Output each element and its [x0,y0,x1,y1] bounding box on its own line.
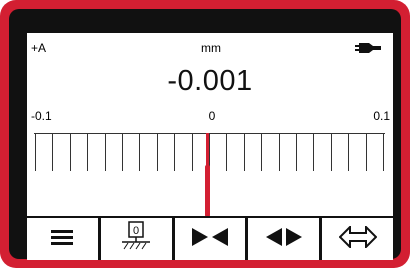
gauge-screen: +A mm -0.001 -0.1 0 0.1 0 [27,33,393,260]
scale-tick [226,133,228,171]
mode-label: +A [31,41,47,55]
scale-tick [52,133,54,171]
scale-tick [87,133,89,171]
needle-bar [204,165,210,217]
transfer-arrow-icon [338,224,377,253]
scale-tick [104,133,106,171]
scale-tick [261,133,263,171]
scale-tick [191,133,193,171]
tolerance-out-button[interactable] [248,218,320,260]
zero-reference-label: 0 [133,225,139,237]
measurement-readout: -0.001 [167,65,253,97]
scale-tick [139,133,141,171]
scale-tick [156,133,158,171]
tolerance-in-button[interactable] [174,218,246,260]
power-plug-icon [355,41,383,59]
zero-reference-icon: 0 [119,220,153,258]
scale-tick [174,133,176,171]
scale-tick [365,133,367,171]
scale-min-label: -0.1 [31,109,52,123]
scale-tick [313,133,315,171]
analog-needle [204,133,210,217]
scale-tick [296,133,297,171]
scale-tick [243,133,245,171]
transfer-button[interactable] [322,218,393,260]
softkey-bar: 0 [27,216,393,260]
scale-tick [330,133,332,171]
scale-tick [348,133,350,171]
tolerance-in-icon [191,227,228,251]
scale-tick [35,133,36,171]
menu-icon [51,229,74,250]
unit-label: mm [201,41,221,55]
tolerance-out-icon [265,227,302,251]
scale-zero-label: 0 [208,109,216,123]
scale-max-label: 0.1 [373,109,390,123]
scale-tick [122,133,123,171]
scale-tick [278,133,280,171]
needle-pointer [205,133,209,169]
zero-reference-button[interactable]: 0 [100,218,172,260]
scale-tick [383,133,384,171]
menu-button[interactable] [27,218,98,260]
scale-tick [69,133,71,171]
